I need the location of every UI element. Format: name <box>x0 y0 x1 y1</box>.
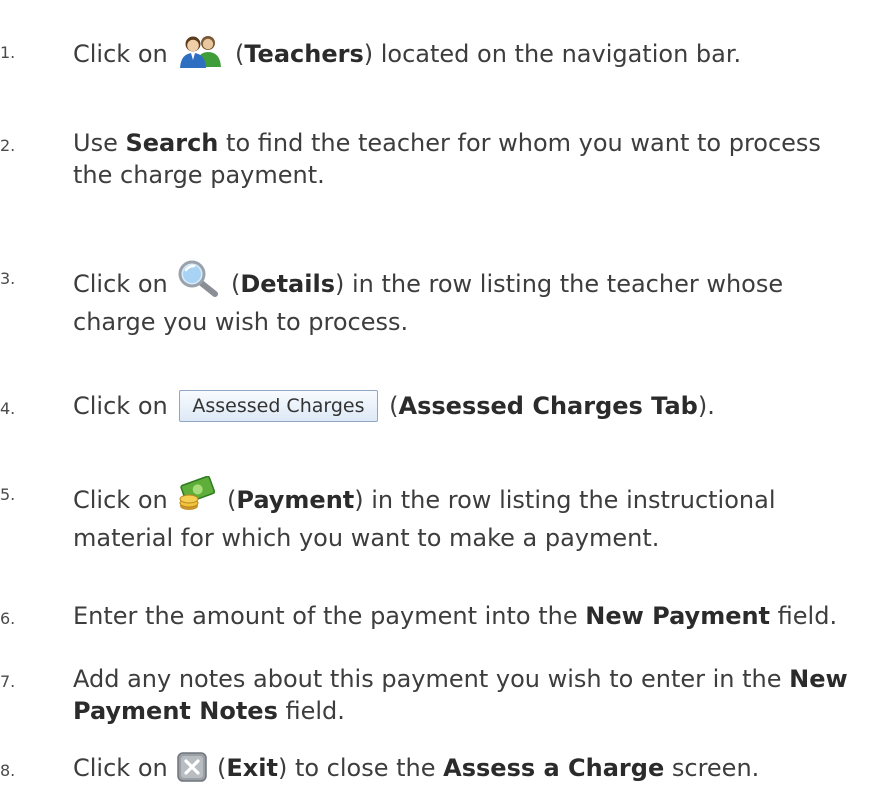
step-number: 1. <box>0 43 16 62</box>
teachers-people-icon[interactable] <box>177 34 225 76</box>
money-coins-payment-icon[interactable] <box>177 475 217 522</box>
step-number: 4. <box>0 399 16 418</box>
step-number: 8. <box>0 761 16 780</box>
assessed-charges-tab-button[interactable]: Assessed Charges <box>179 390 378 422</box>
step-text: Click on (Details) in the row listing th… <box>73 260 865 338</box>
magnifier-details-icon[interactable] <box>177 260 221 306</box>
step-text: Click on (Payment) in the row listing th… <box>73 475 865 554</box>
step-number: 7. <box>0 672 16 691</box>
instruction-steps: 1. Click on (Teachers) located on the na… <box>0 0 869 794</box>
step-number: 5. <box>0 485 16 504</box>
step-number: 2. <box>0 136 16 155</box>
step-text: Enter the amount of the payment into the… <box>73 602 838 630</box>
step-text: Use Search to find the teacher for whom … <box>73 129 821 189</box>
step-text: Add any notes about this payment you wis… <box>73 665 848 725</box>
step-text: Click on (Teachers) located on the navig… <box>73 34 865 76</box>
step-number: 3. <box>0 269 16 288</box>
step-text: Click on (Exit) to close the Assess a Ch… <box>73 752 865 790</box>
step-text: Click on Assessed Charges (Assessed Char… <box>73 390 715 422</box>
close-x-exit-icon[interactable] <box>177 752 208 790</box>
step-number: 6. <box>0 609 16 628</box>
